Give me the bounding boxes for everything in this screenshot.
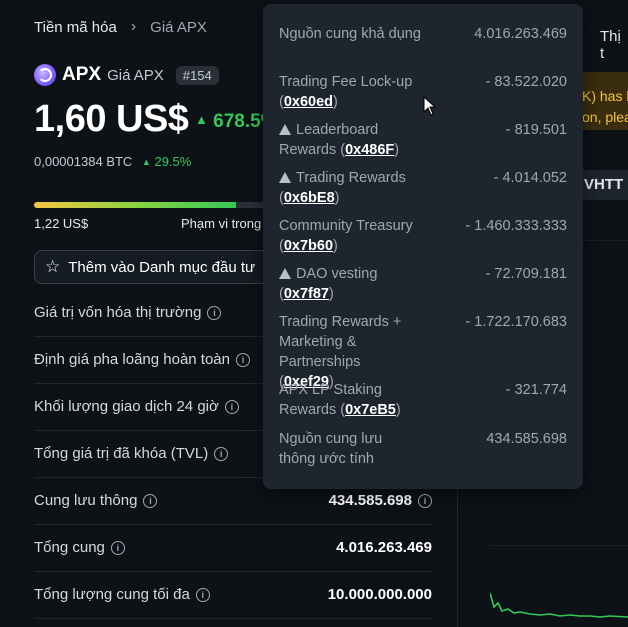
chart-gridline (490, 545, 628, 546)
tooltip-row-label: Community Treasury (279, 218, 413, 234)
tooltip-row: Leaderboard Rewards (0x486F) - 819.501 (279, 122, 567, 158)
tooltip-estimate-row: Nguồn cung lưu thông ước tính 434.585.69… (279, 429, 567, 469)
stat-label: Cung lưu thông (34, 492, 138, 509)
address-link[interactable]: 0x7f87 (284, 286, 329, 302)
price-chart-line (490, 592, 628, 618)
btc-change: ▲ 29.5% (142, 154, 191, 169)
mouse-cursor-icon (423, 96, 437, 116)
star-icon: ☆ (45, 257, 61, 276)
stat-label: Giá trị vốn hóa thị trường (34, 304, 202, 321)
stat-value: 434.585.698 (328, 492, 412, 509)
stat-value: 10.000.000.000 (327, 586, 432, 603)
tooltip-row-value: - 4.014.052 (493, 170, 567, 186)
tooltip-row-value: - 72.709.181 (485, 266, 567, 282)
add-to-portfolio-button[interactable]: ☆ Thêm vào Danh mục đầu tư • (34, 250, 274, 284)
add-to-portfolio-label: Thêm vào Danh mục đầu tư (68, 258, 256, 276)
tab-market-cap[interactable]: VHTT (582, 170, 628, 200)
warning-icon (279, 172, 291, 183)
tooltip-row: APX LP Staking Rewards (0x7eB5) - 321.77… (279, 382, 567, 418)
coin-name: Giá APX (107, 66, 164, 84)
address-link[interactable]: 0x7b60 (284, 238, 333, 254)
tooltip-total-value: 4.016.263.469 (474, 26, 567, 42)
info-icon[interactable]: i (195, 587, 210, 602)
stat-label: Khối lượng giao dịch 24 giờ (34, 398, 219, 415)
notice-line: K) has b (582, 88, 628, 104)
btc-price-row: 0,00001384 BTC ▲ 29.5% (34, 154, 191, 169)
warning-icon (279, 268, 291, 279)
rank-badge: #154 (175, 65, 219, 85)
tooltip-row-value: - 819.501 (505, 122, 567, 138)
address-link[interactable]: 0x486F (345, 142, 394, 158)
coin-header: APX Giá APX #154 (34, 64, 219, 86)
tooltip-total-row: Nguồn cung khả dụng 4.016.263.469 (279, 24, 567, 44)
coin-logo-icon (34, 64, 56, 86)
address-link[interactable]: 0x60ed (284, 94, 333, 110)
btc-change-value: 29.5% (154, 154, 192, 169)
tooltip-row: DAO vesting (0x7f87) - 72.709.181 (279, 266, 567, 302)
tooltip-row: Community Treasury (0x7b60) - 1.460.333.… (279, 218, 567, 254)
stat-label: Định giá pha loãng hoàn toàn (34, 351, 230, 368)
notice-line: on, plea (582, 109, 628, 125)
stat-label: Tổng giá trị đã khóa (TVL) (34, 445, 209, 462)
price-range-fill (34, 202, 236, 208)
info-icon[interactable]: i (224, 399, 239, 414)
warning-icon (279, 124, 291, 135)
price-value: 1,60 US$ (34, 98, 189, 140)
stat-label: Tổng lượng cung tối đa (34, 586, 190, 603)
stat-label: Tổng cung (34, 539, 105, 556)
tooltip-row-value: - 83.522.020 (485, 74, 567, 90)
info-icon[interactable]: i (110, 540, 125, 555)
tooltip-estimate-value: 434.585.698 (486, 431, 567, 447)
tab-market[interactable]: Thị t (600, 28, 628, 62)
stat-row: Tổng lượng cung tối đa i 10.000.000.000 (34, 571, 432, 619)
supply-tooltip: Nguồn cung khả dụng 4.016.263.469 Tradin… (263, 4, 583, 489)
tooltip-row-label: Trading Rewards (296, 170, 406, 186)
address-link[interactable]: 0x7eB5 (345, 402, 396, 418)
info-icon[interactable]: i (214, 446, 229, 461)
breadcrumb-root-link[interactable]: Tiền mã hóa (34, 19, 117, 36)
tooltip-row-label: Trading Fee Lock-up (279, 74, 413, 90)
tooltip-total-label: Nguồn cung khả dụng (279, 26, 421, 42)
info-icon[interactable]: i (207, 305, 222, 320)
breadcrumb-current: Giá APX (150, 18, 207, 36)
tooltip-row-label: Trading Rewards + Marketing & Partnershi… (279, 314, 402, 370)
info-icon[interactable]: i (143, 493, 158, 508)
range-low: 1,22 US$ (34, 216, 89, 231)
info-icon[interactable]: i (236, 352, 250, 367)
chevron-right-icon: › (130, 18, 137, 35)
tooltip-row-value: - 321.774 (505, 382, 567, 398)
caret-up-icon: ▲ (141, 157, 151, 167)
tooltip-row-label: DAO vesting (296, 266, 378, 282)
stat-row: Tổng cung i 4.016.263.469 (34, 524, 432, 572)
info-icon[interactable]: i (418, 493, 432, 508)
caret-up-icon: ▲ (195, 112, 208, 127)
tooltip-row-value: - 1.460.333.333 (465, 218, 567, 234)
stat-value: 4.016.263.469 (336, 539, 432, 556)
tooltip-estimate-label: Nguồn cung lưu thông ước tính (279, 431, 383, 467)
price-range-bar (34, 202, 274, 208)
tooltip-row: Trading Rewards (0x6bE8) - 4.014.052 (279, 170, 567, 206)
range-label: Phạm vi trong (181, 216, 262, 231)
notice-banner: K) has b on, plea (582, 72, 628, 130)
breadcrumb: Tiền mã hóa › Giá APX (34, 18, 207, 36)
coin-symbol: APX (62, 64, 102, 85)
btc-price: 0,00001384 BTC (34, 154, 133, 169)
address-link[interactable]: 0x6bE8 (284, 190, 335, 206)
